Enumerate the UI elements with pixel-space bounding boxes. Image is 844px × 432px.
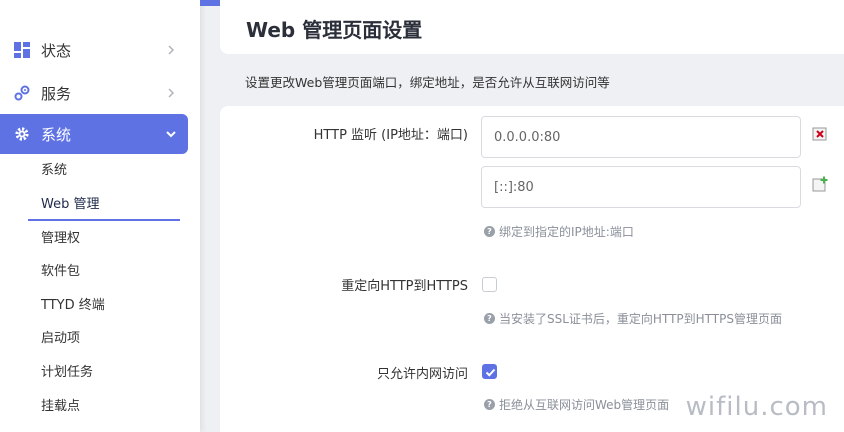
chevron-right-icon [168, 45, 175, 55]
title-card: Web 管理页面设置 [220, 0, 844, 54]
gear-icon [15, 127, 29, 141]
question-icon: ? [484, 313, 495, 324]
sidebar-item-system[interactable]: 系统 [0, 114, 188, 154]
http-listen-input-2[interactable] [481, 166, 801, 208]
question-icon: ? [484, 399, 495, 410]
checkmark-icon [485, 368, 496, 377]
sidebar-subitem-mount-points[interactable]: 挂载点 [41, 397, 80, 417]
sidebar-subitem-startup[interactable]: 启动项 [41, 329, 80, 349]
settings-form: HTTP 监听 (IP地址：端口) ? 绑定到指定的IP地址:端口 重定向HTT… [220, 106, 844, 432]
http-listen-input-1[interactable] [481, 116, 801, 158]
sidebar-item-label: 状态 [41, 41, 72, 60]
sidebar-item-label: 系统 [41, 125, 72, 144]
http-listen-hint: ? 绑定到指定的IP地址:端口 [484, 223, 634, 240]
redirect-https-label: 重定向HTTP到HTTPS [341, 279, 468, 294]
sidebar-item-label: 服务 [41, 84, 72, 103]
main-content: Web 管理页面设置 设置更改Web管理页面端口，绑定地址，是否允许从互联网访问… [200, 0, 844, 432]
sidebar-subitem-scheduled-tasks[interactable]: 计划任务 [41, 363, 93, 383]
puzzle-icon [14, 85, 30, 101]
sidebar-subitem-system[interactable]: 系统 [41, 161, 67, 181]
hint-text: 拒绝从互联网访问Web管理页面 [499, 398, 670, 412]
sidebar-subitem-ttyd[interactable]: TTYD 终端 [41, 296, 105, 316]
page-title: Web 管理页面设置 [246, 18, 423, 42]
question-icon: ? [484, 226, 495, 237]
active-indicator [28, 219, 180, 221]
sidebar: 状态 服务 系统 系统 Web 管理 管理权 软件包 TTYD 终端 启动项 计… [0, 0, 200, 432]
sidebar-subitem-admin[interactable]: 管理权 [41, 229, 80, 249]
lan-only-label: 只允许内网访问 [376, 367, 468, 382]
hint-text: 绑定到指定的IP地址:端口 [499, 225, 634, 239]
http-listen-label: HTTP 监听 (IP地址：端口) [313, 128, 468, 143]
redirect-https-hint: ? 当安装了SSL证书后，重定向HTTP到HTTPS管理页面 [484, 310, 782, 327]
lan-only-hint: ? 拒绝从互联网访问Web管理页面 [484, 396, 669, 413]
chevron-down-icon [166, 131, 176, 138]
hint-text: 当安装了SSL证书后，重定向HTTP到HTTPS管理页面 [499, 312, 782, 326]
dashboard-icon [14, 42, 30, 58]
sidebar-subitem-packages[interactable]: 软件包 [41, 262, 80, 282]
sidebar-item-status[interactable]: 状态 [0, 30, 188, 70]
sidebar-subitem-web-admin[interactable]: Web 管理 [41, 195, 99, 215]
lan-only-checkbox[interactable] [482, 364, 497, 379]
chevron-right-icon [168, 88, 175, 98]
page-description: 设置更改Web管理页面端口，绑定地址，是否允许从互联网访问等 [245, 75, 610, 90]
remove-icon[interactable] [812, 126, 828, 142]
redirect-https-checkbox[interactable] [482, 277, 497, 292]
add-icon[interactable] [812, 176, 828, 192]
watermark: wifilu.com [685, 392, 828, 422]
sidebar-item-services[interactable]: 服务 [0, 73, 188, 113]
accent-bar [200, 0, 220, 6]
